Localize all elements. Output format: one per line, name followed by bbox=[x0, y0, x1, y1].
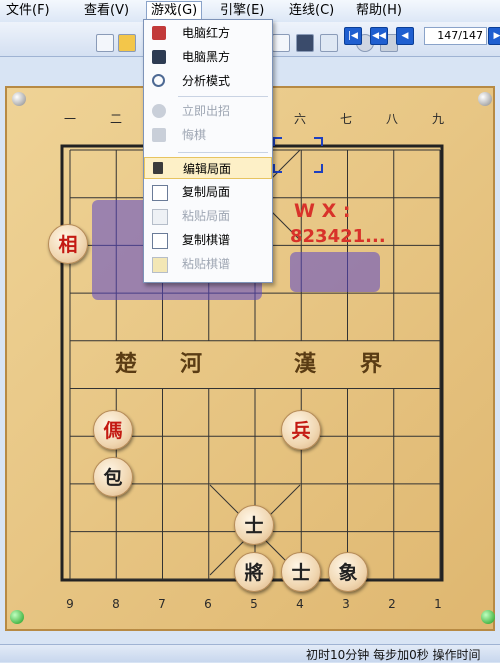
copy-icon bbox=[152, 185, 168, 201]
piece-red-elephant[interactable]: 相 bbox=[48, 224, 88, 264]
piece-red-horse[interactable]: 傌 bbox=[93, 410, 133, 450]
status-text: 初时10分钟 每步加0秒 操作时间 bbox=[306, 648, 481, 662]
river-text: 楚 bbox=[115, 351, 138, 377]
computer-red-icon bbox=[152, 26, 166, 40]
piece-black-advisor[interactable]: 士 bbox=[234, 505, 274, 545]
menu-analysis-mode[interactable]: 分析模式 bbox=[144, 70, 272, 92]
copy-record-icon bbox=[152, 233, 168, 249]
edit-board-icon bbox=[153, 162, 163, 174]
menu-move-now[interactable]: 立即出招 bbox=[144, 100, 272, 122]
menu-computer-black[interactable]: 电脑黑方 bbox=[144, 46, 272, 68]
menu-paste-record[interactable]: 粘贴棋谱 bbox=[144, 253, 272, 275]
computer-black-icon bbox=[152, 50, 166, 64]
menu-paste-position[interactable]: 粘贴局面 bbox=[144, 205, 272, 227]
paste-record-icon bbox=[152, 257, 168, 273]
menu-copy-record[interactable]: 复制棋谱 bbox=[144, 229, 272, 251]
game-menu-dropdown: 电脑红方 电脑黑方 分析模式 立即出招 悔棋 编辑局面 复制局面 粘贴局面 复制… bbox=[143, 19, 273, 283]
menu-edit-position[interactable]: 编辑局面 bbox=[144, 157, 272, 179]
menu-separator bbox=[178, 152, 268, 153]
river-text: 河 bbox=[180, 351, 203, 377]
go-icon bbox=[152, 104, 166, 118]
menu-separator bbox=[178, 96, 268, 97]
piece-black-general[interactable]: 將 bbox=[234, 552, 274, 592]
piece-black-cannon[interactable]: 包 bbox=[93, 457, 133, 497]
watermark-badge-icon bbox=[290, 252, 380, 292]
piece-black-elephant[interactable]: 象 bbox=[328, 552, 368, 592]
undo-icon bbox=[152, 128, 166, 142]
menu-computer-red[interactable]: 电脑红方 bbox=[144, 22, 272, 44]
menu-copy-position[interactable]: 复制局面 bbox=[144, 181, 272, 203]
status-bar: 初时10分钟 每步加0秒 操作时间 bbox=[0, 644, 500, 662]
magnifier-icon bbox=[152, 74, 165, 87]
paste-icon bbox=[152, 209, 168, 225]
menu-undo[interactable]: 悔棋 bbox=[144, 124, 272, 146]
river-text: 漢 bbox=[294, 351, 317, 377]
watermark-contact: W X : bbox=[294, 200, 351, 222]
watermark-number: 823421... bbox=[290, 226, 386, 247]
piece-black-advisor[interactable]: 士 bbox=[281, 552, 321, 592]
river-text: 界 bbox=[360, 351, 383, 377]
piece-red-soldier[interactable]: 兵 bbox=[281, 410, 321, 450]
last-move-marker bbox=[273, 137, 323, 173]
